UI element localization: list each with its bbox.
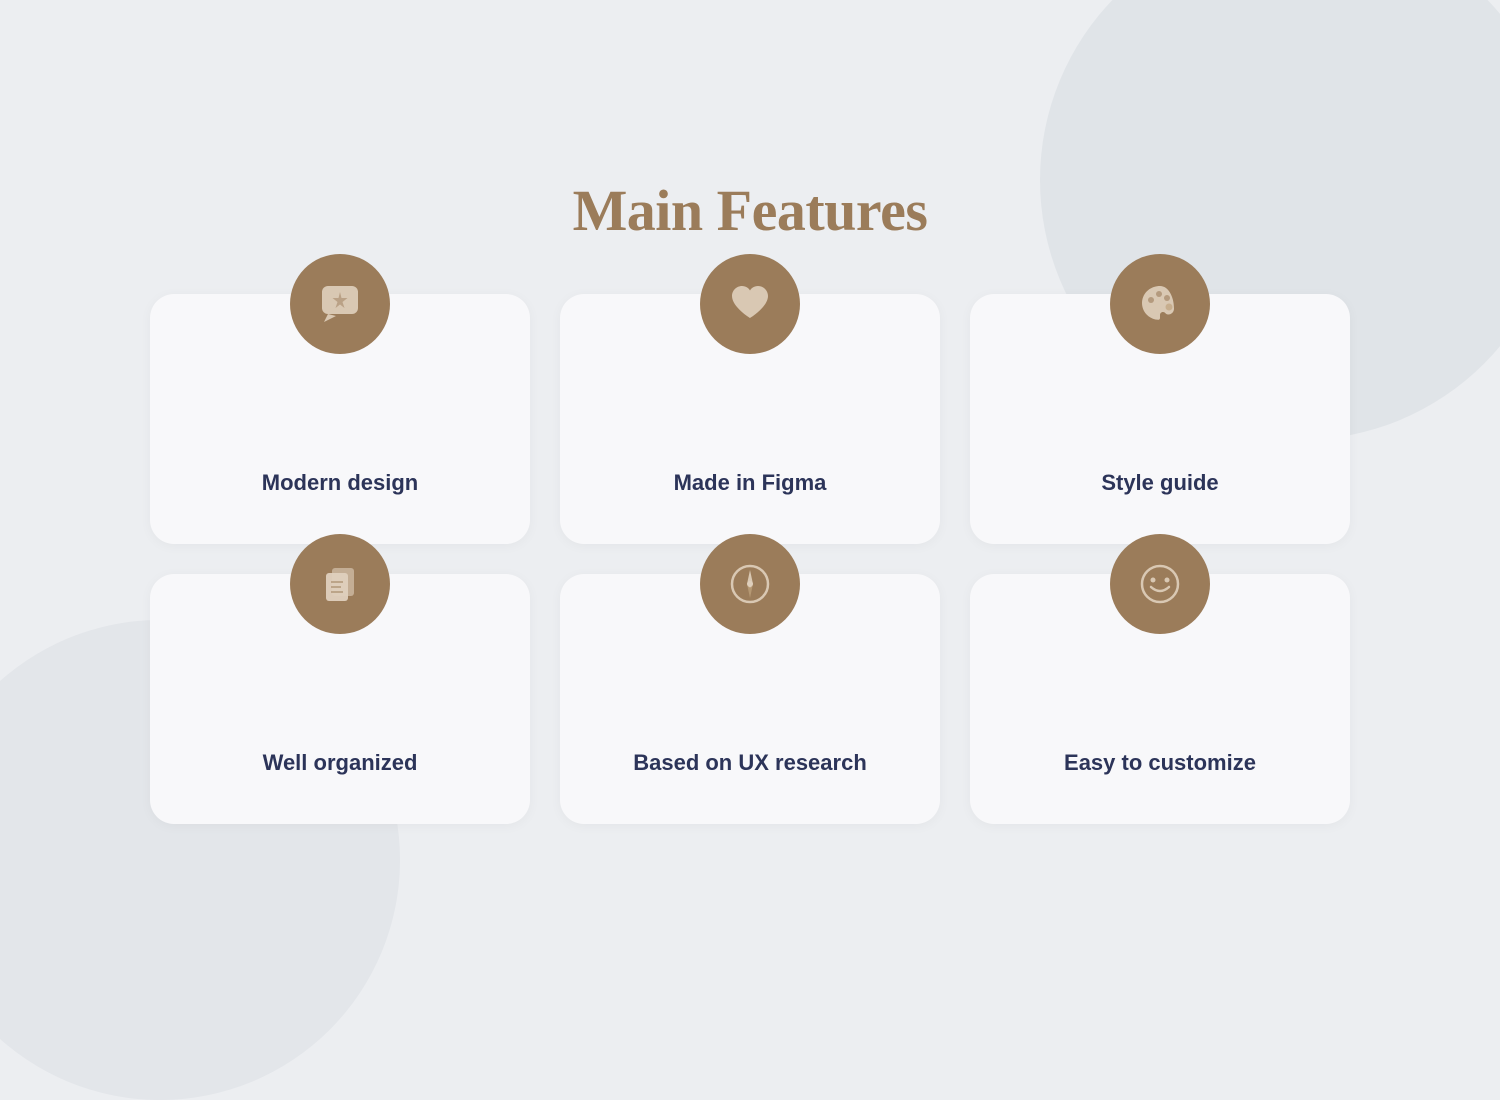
page-container: Main Features Modern design xyxy=(150,177,1350,824)
feature-card-easy-customize: Easy to customize xyxy=(970,574,1350,824)
features-grid: Modern design Made in Figma xyxy=(150,294,1350,824)
easy-customize-label: Easy to customize xyxy=(1064,748,1256,779)
smiley-icon xyxy=(1136,560,1184,608)
feature-card-well-organized: Well organized xyxy=(150,574,530,824)
made-in-figma-icon-circle xyxy=(700,254,800,354)
made-in-figma-label: Made in Figma xyxy=(674,468,827,499)
feature-card-style-guide: Style guide xyxy=(970,294,1350,544)
feature-card-made-in-figma: Made in Figma xyxy=(560,294,940,544)
well-organized-label: Well organized xyxy=(263,748,418,779)
modern-design-icon-circle xyxy=(290,254,390,354)
well-organized-icon-circle xyxy=(290,534,390,634)
ux-research-icon-circle xyxy=(700,534,800,634)
easy-customize-icon-circle xyxy=(1110,534,1210,634)
ux-research-label: Based on UX research xyxy=(633,748,867,779)
feature-card-ux-research: Based on UX research xyxy=(560,574,940,824)
feature-card-modern-design: Modern design xyxy=(150,294,530,544)
style-guide-label: Style guide xyxy=(1101,468,1218,499)
heart-icon xyxy=(726,280,774,328)
modern-design-label: Modern design xyxy=(262,468,418,499)
sparkle-chat-icon xyxy=(316,280,364,328)
compass-icon xyxy=(726,560,774,608)
documents-icon xyxy=(316,560,364,608)
style-guide-icon-circle xyxy=(1110,254,1210,354)
palette-icon xyxy=(1136,280,1184,328)
page-title: Main Features xyxy=(573,177,928,244)
